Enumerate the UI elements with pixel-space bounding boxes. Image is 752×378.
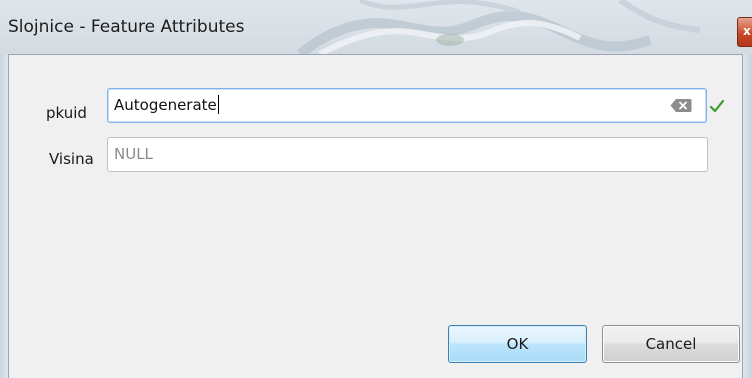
visina-label: Visina [49,150,94,168]
window-title: Slojnice - Feature Attributes [8,17,245,37]
pkuid-input-value: Autogenerate [114,96,217,114]
window-frame-left [0,54,9,378]
feature-attributes-dialog: Slojnice - Feature Attributes x pkuid Au… [0,0,752,378]
ok-button[interactable]: OK [448,325,587,363]
clear-text-icon[interactable] [670,98,692,113]
close-button[interactable]: x [737,17,752,47]
title-bar[interactable]: Slojnice - Feature Attributes x [0,0,752,54]
dialog-body: pkuid Autogenerate Visina NULL OK Cancel [9,54,742,378]
checkmark-icon [709,99,725,113]
text-caret [217,94,219,114]
visina-input[interactable]: NULL [107,137,708,172]
pkuid-label: pkuid [46,104,87,122]
window-frame-right [742,54,752,378]
pkuid-input[interactable]: Autogenerate [107,88,707,123]
cancel-button[interactable]: Cancel [602,325,740,363]
close-icon: x [743,24,751,38]
visina-input-value: NULL [114,145,153,163]
